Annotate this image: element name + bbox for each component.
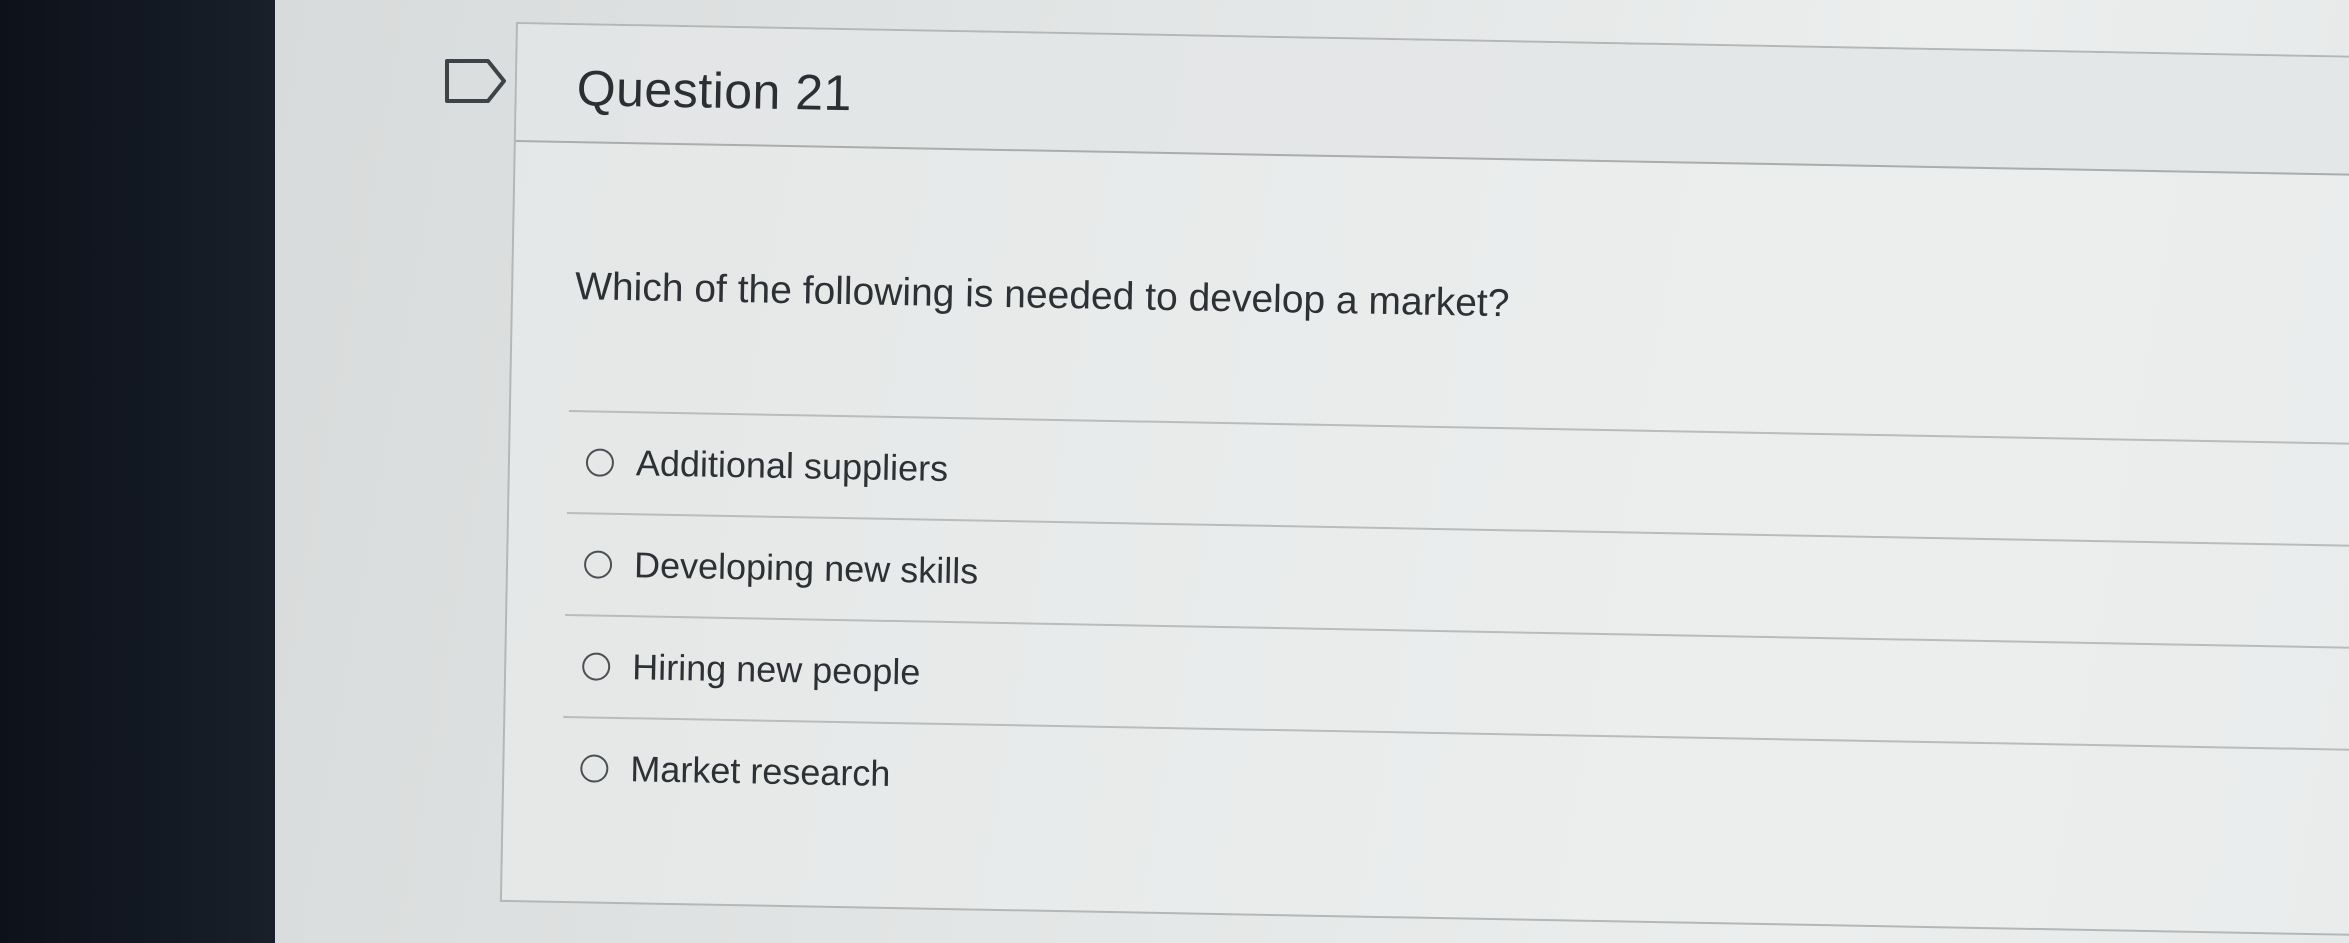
radio-button-icon[interactable] — [585, 448, 615, 477]
answer-list: Additional suppliers Developing new skil… — [561, 410, 2349, 851]
radio-button-icon[interactable] — [580, 754, 609, 783]
answer-label[interactable]: Hiring new people — [632, 646, 921, 693]
answer-label[interactable]: Developing new skills — [634, 544, 979, 592]
answer-label[interactable]: Additional suppliers — [636, 442, 949, 490]
question-card: Question 21 Which of the following is ne… — [499, 22, 2349, 936]
radio-button-icon[interactable] — [581, 652, 611, 681]
answer-label[interactable]: Market research — [630, 748, 891, 795]
question-title: Question 21 — [576, 60, 853, 122]
monitor-bezel — [0, 0, 275, 943]
question-text: Which of the following is needed to deve… — [574, 265, 1510, 326]
flag-question-icon[interactable] — [444, 58, 508, 104]
radio-button-icon[interactable] — [583, 550, 613, 579]
